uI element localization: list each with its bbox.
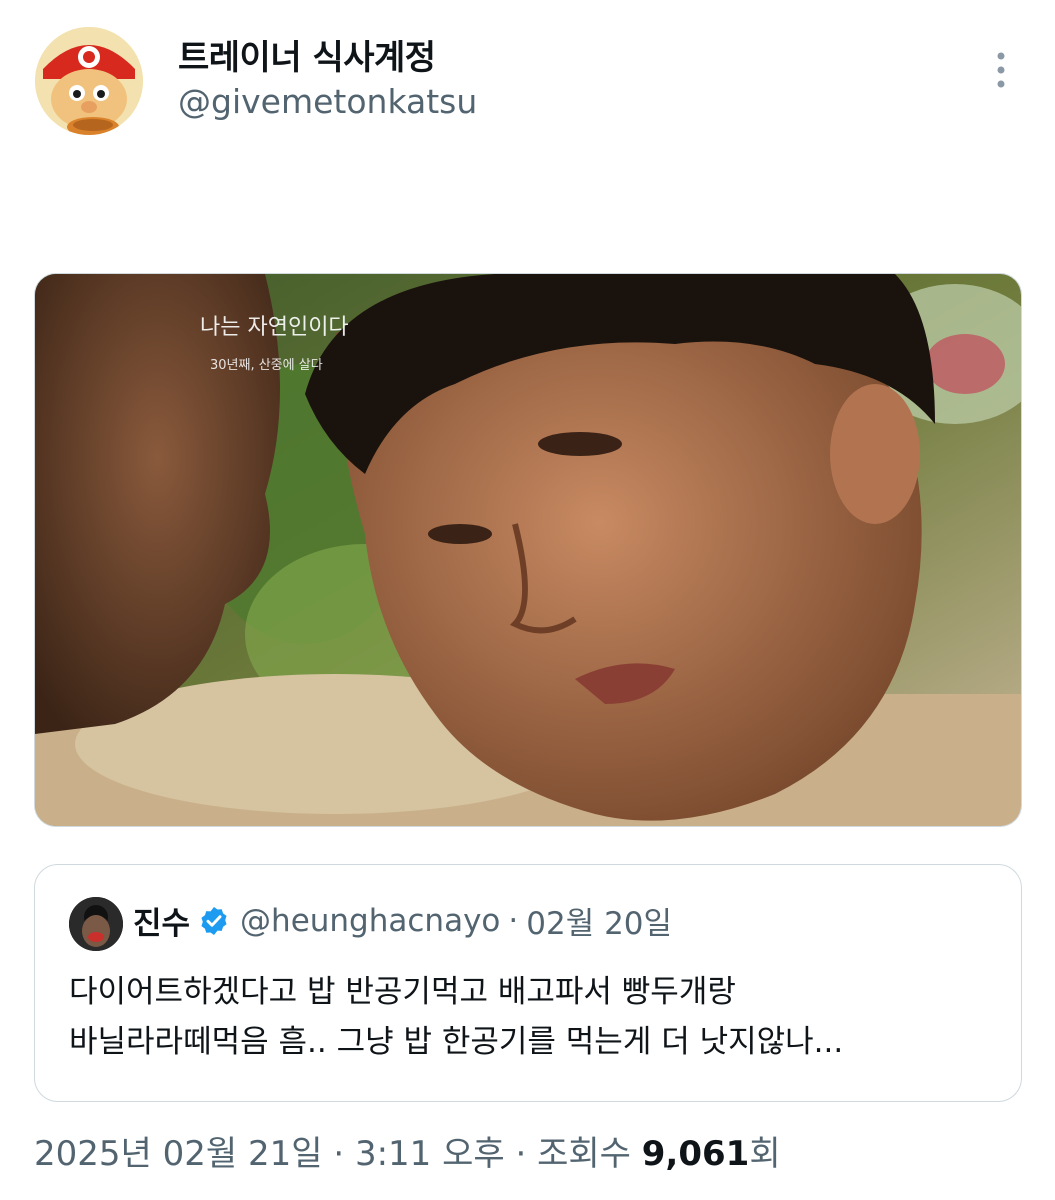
more-options-button[interactable] xyxy=(984,48,1018,92)
header-separator: · xyxy=(508,902,519,939)
tv-still-image: 나는 자연인이다 30년째, 산중에 살다 xyxy=(35,274,1021,826)
quoted-tweet-header: 진수 @heunghacnayo · 02월 20일 xyxy=(133,898,672,943)
quoted-author-handle[interactable]: @heunghacnayo xyxy=(240,903,500,939)
author-handle[interactable]: @givemetonkatsu xyxy=(178,82,477,121)
quoted-tweet-card[interactable]: 진수 @heunghacnayo · 02월 20일 다이어트하겠다고 밥 반공… xyxy=(34,864,1022,1102)
quoted-tweet-date[interactable]: 02월 20일 xyxy=(526,898,672,943)
quoted-author-name[interactable]: 진수 xyxy=(133,898,190,943)
overlay-subtitle: 30년째, 산중에 살다 xyxy=(210,358,323,373)
quoted-author-avatar[interactable] xyxy=(69,897,123,951)
meta-separator: · xyxy=(322,1134,355,1174)
tweet-meta: 2025년 02월 21일 · 3:11 오후 · 조회수 9,061회 xyxy=(34,1126,781,1175)
tweet-time[interactable]: 3:11 오후 xyxy=(355,1134,505,1174)
quoted-avatar-icon xyxy=(69,897,123,951)
meta-separator: · xyxy=(504,1134,538,1174)
overlay-title: 나는 자연인이다 xyxy=(200,315,349,340)
tweet-date[interactable]: 2025년 02월 21일 xyxy=(34,1134,323,1174)
author-display-name[interactable]: 트레이너 식사계정 xyxy=(178,30,436,79)
more-vertical-icon xyxy=(997,52,1005,88)
author-avatar[interactable] xyxy=(35,27,143,135)
verified-badge-icon xyxy=(201,906,227,935)
views-count: 9,061 xyxy=(641,1134,750,1174)
quoted-text-line-2: 바닐라라떼먹음 흠.. 그냥 밥 한공기를 먹는게 더 낫지않나... xyxy=(69,1024,844,1060)
views-suffix: 회 xyxy=(749,1134,781,1174)
quoted-text-line-1: 다이어트하겠다고 밥 반공기먹고 배고파서 빵두개랑 xyxy=(69,974,736,1010)
quoted-tweet-text: 다이어트하겠다고 밥 반공기먹고 배고파서 빵두개랑 바닐라라떼먹음 흠.. 그… xyxy=(69,967,999,1067)
tweet-media-image[interactable]: 나는 자연인이다 30년째, 산중에 살다 xyxy=(34,273,1022,827)
mario-avatar-icon xyxy=(35,27,143,135)
views-label: 조회수 xyxy=(537,1134,642,1174)
